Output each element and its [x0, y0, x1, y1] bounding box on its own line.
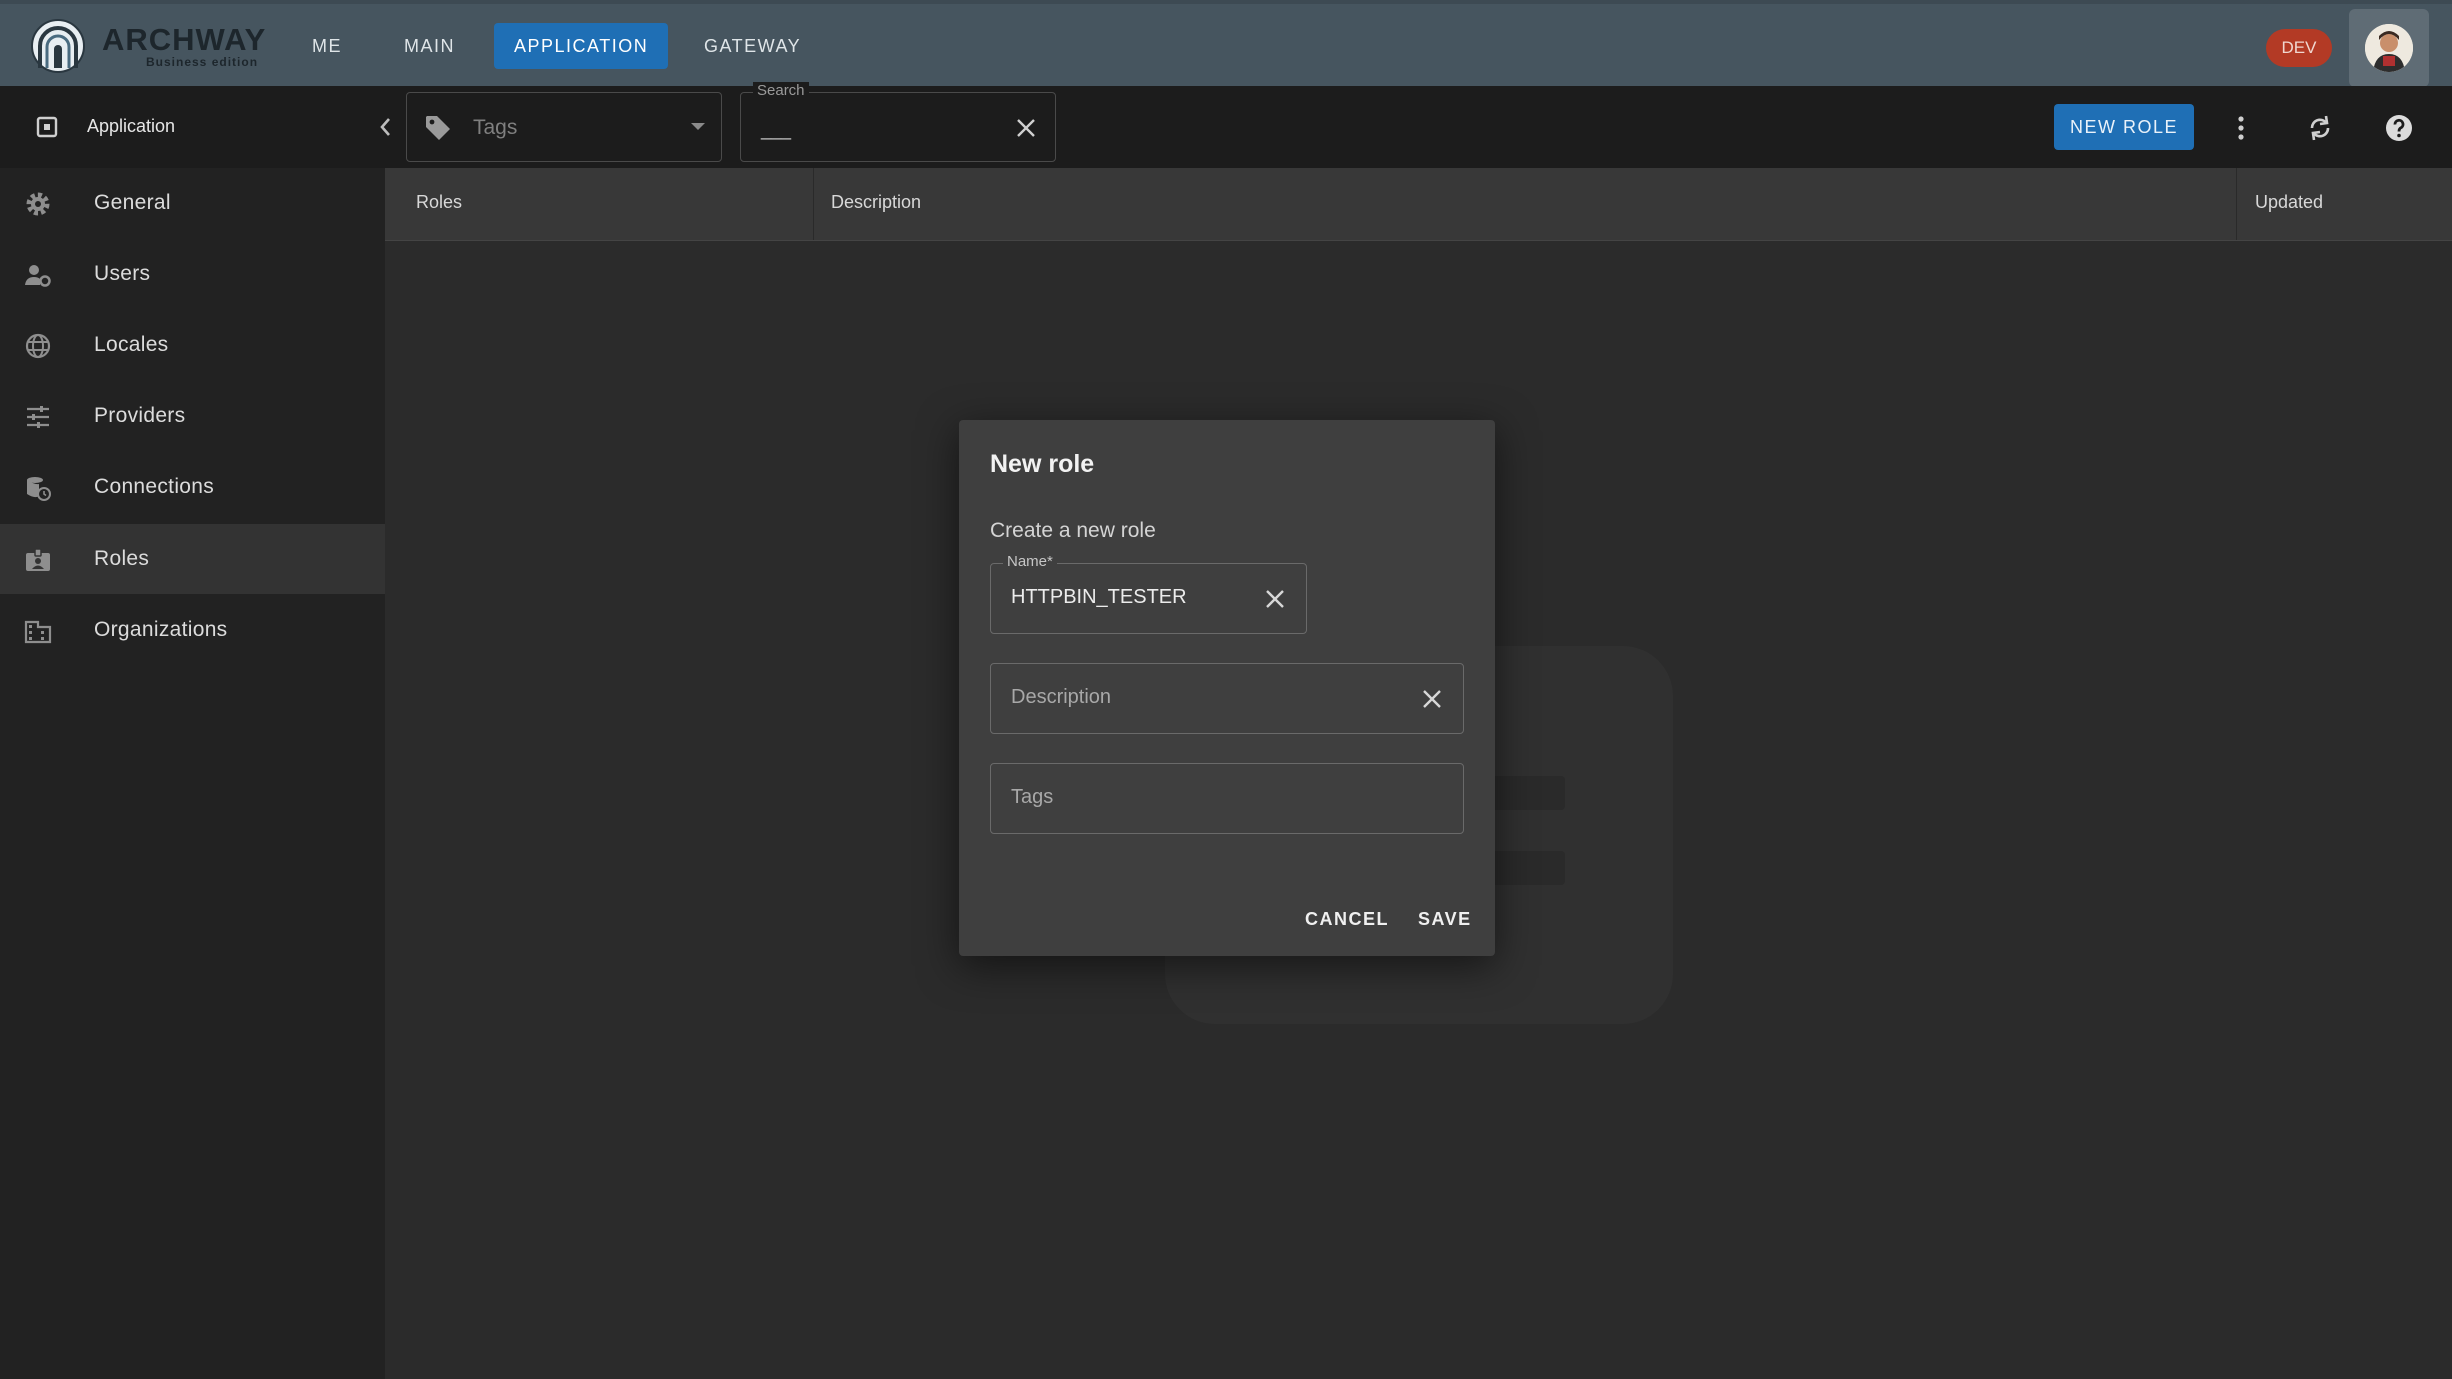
- toolbar: Application Tags Search ___ NEW ROLE: [0, 82, 2452, 168]
- clear-description-close-icon[interactable]: [1421, 688, 1443, 710]
- sidebar-item-roles[interactable]: Roles: [0, 524, 385, 594]
- env-badge: DEV: [2266, 29, 2332, 67]
- account-button[interactable]: [2349, 9, 2429, 87]
- sidebar-item-label: Connections: [94, 475, 215, 498]
- tags-filter-placeholder: Tags: [473, 116, 518, 139]
- section-title: Application: [87, 116, 176, 136]
- sidebar-item-locales[interactable]: Locales: [0, 310, 385, 380]
- user-avatar-icon: [2365, 24, 2413, 72]
- tags-field[interactable]: Tags: [990, 763, 1464, 834]
- new-role-button[interactable]: NEW ROLE: [2054, 104, 2194, 150]
- sidebar-item-general[interactable]: General: [0, 168, 385, 238]
- name-field[interactable]: Name* HTTPBIN_TESTER: [990, 553, 1307, 634]
- search-label: Search: [753, 82, 809, 99]
- app-bar: ARCHWAY Business edition ME MAIN APPLICA…: [0, 0, 2452, 87]
- avatar: [2365, 24, 2413, 72]
- dialog-subtitle: Create a new role: [990, 519, 1156, 542]
- tags-filter-select[interactable]: Tags: [406, 92, 722, 162]
- help-icon[interactable]: [2383, 112, 2415, 144]
- badge-icon: [26, 548, 50, 571]
- collapse-sidebar-chevron-icon[interactable]: [374, 114, 396, 140]
- sidebar-item-label: Locales: [94, 333, 169, 356]
- application-icon: [36, 116, 58, 138]
- column-divider: [2236, 168, 2237, 240]
- users-gear-icon: [25, 265, 51, 287]
- sidebar-item-label: Organizations: [94, 618, 228, 641]
- sidebar-item-label: Users: [94, 262, 151, 285]
- search-input[interactable]: Search ___: [740, 82, 1056, 162]
- tab-main[interactable]: MAIN: [384, 23, 475, 69]
- description-field[interactable]: Description: [990, 663, 1464, 734]
- sidebar: General Users Locales Providers Connecti…: [0, 168, 385, 1379]
- column-header-roles[interactable]: Roles: [416, 192, 462, 213]
- tags-placeholder: Tags: [1011, 786, 1054, 808]
- clear-search-close-icon[interactable]: [1015, 117, 1037, 139]
- tab-gateway[interactable]: GATEWAY: [684, 23, 821, 69]
- description-placeholder: Description: [1011, 686, 1112, 708]
- column-header-updated[interactable]: Updated: [2255, 192, 2323, 213]
- table-header: Roles Description Updated: [385, 168, 2452, 241]
- sliders-icon: [27, 406, 49, 428]
- archway-logo-icon[interactable]: [30, 18, 86, 74]
- clear-name-close-icon[interactable]: [1264, 588, 1286, 610]
- brand: ARCHWAY Business edition: [102, 22, 267, 68]
- column-header-description[interactable]: Description: [831, 192, 921, 213]
- search-value: ___: [761, 120, 792, 140]
- cancel-button[interactable]: CANCEL: [1305, 909, 1389, 930]
- tag-icon: [426, 116, 450, 140]
- chevron-down-icon: [691, 123, 705, 130]
- name-field-value: HTTPBIN_TESTER: [1011, 586, 1187, 608]
- column-divider: [813, 168, 814, 240]
- globe-icon: [25, 333, 51, 359]
- database-clock-icon: [27, 477, 51, 501]
- dialog-title: New role: [990, 450, 1095, 478]
- more-vert-icon[interactable]: [2225, 112, 2257, 144]
- name-field-label: Name*: [1003, 553, 1057, 570]
- new-role-dialog: New role Create a new role Name* HTTPBIN…: [959, 420, 1495, 956]
- sidebar-item-label: Providers: [94, 404, 186, 427]
- sidebar-item-users[interactable]: Users: [0, 239, 385, 309]
- sidebar-item-label: General: [94, 191, 171, 214]
- sidebar-item-organizations[interactable]: Organizations: [0, 595, 385, 665]
- building-icon: [24, 620, 52, 644]
- refresh-icon[interactable]: [2304, 112, 2336, 144]
- sidebar-item-providers[interactable]: Providers: [0, 381, 385, 451]
- sidebar-item-connections[interactable]: Connections: [0, 452, 385, 522]
- sidebar-item-label: Roles: [94, 547, 150, 570]
- save-button[interactable]: SAVE: [1418, 909, 1472, 930]
- gear-icon: [26, 192, 50, 216]
- brand-name: ARCHWAY: [102, 22, 267, 57]
- tab-application[interactable]: APPLICATION: [494, 23, 669, 69]
- tab-me[interactable]: ME: [292, 23, 362, 69]
- brand-subtitle: Business edition: [146, 55, 259, 69]
